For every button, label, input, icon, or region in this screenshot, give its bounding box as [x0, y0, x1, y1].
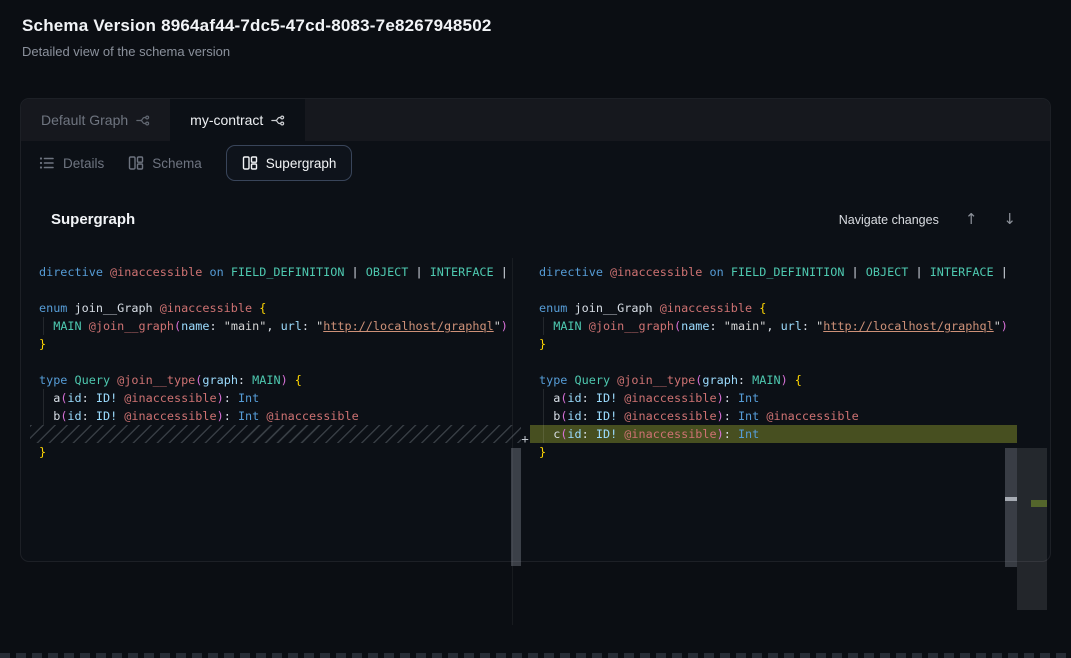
tab-schema-label: Schema — [152, 156, 202, 171]
navigate-up-button[interactable]: ↑ — [965, 212, 978, 227]
graph-tabstrip: Default Graph my-contract — [21, 99, 1050, 141]
code-line: a(id: ID! @inaccessible): Int — [530, 389, 1017, 407]
code-line: b(id: ID! @inaccessible): Int @inaccessi… — [30, 407, 521, 425]
code-line: } — [30, 335, 521, 353]
tab-schema[interactable]: Schema — [128, 155, 202, 171]
bottom-dashed-edge — [0, 653, 1071, 658]
diff-pane-modified[interactable]: directive @inaccessible on FIELD_DEFINIT… — [530, 258, 1017, 625]
page-title: Schema Version 8964af44-7dc5-47cd-8083-7… — [22, 16, 492, 36]
navigate-changes-label: Navigate changes — [839, 213, 939, 227]
list-icon — [39, 155, 55, 171]
page-subtitle: Detailed view of the schema version — [22, 44, 230, 59]
tab-default-graph[interactable]: Default Graph — [21, 99, 170, 141]
panels-icon — [242, 155, 258, 171]
diff-pane-original[interactable]: directive @inaccessible on FIELD_DEFINIT… — [30, 258, 521, 625]
code-line: directive @inaccessible on FIELD_DEFINIT… — [30, 263, 521, 281]
code-line — [530, 281, 1017, 299]
diff-overview-ruler[interactable] — [1017, 448, 1047, 610]
fork-icon — [135, 113, 150, 128]
right-pane-scrollbar[interactable] — [1005, 448, 1017, 567]
tab-default-graph-label: Default Graph — [41, 112, 128, 128]
diff-insert-plus-marker: + — [519, 430, 531, 448]
tab-supergraph-label: Supergraph — [266, 156, 337, 171]
code-line: type Query @join__type(graph: MAIN) { — [30, 371, 521, 389]
code-line: } — [530, 335, 1017, 353]
view-tabrow: Details Schema Supergraph — [21, 141, 1050, 185]
navigate-changes-group: Navigate changes ↑ ↓ — [839, 212, 1016, 227]
tab-details-label: Details — [63, 156, 104, 171]
code-line: c(id: ID! @inaccessible): Int — [530, 425, 1017, 443]
overview-insert-mark — [1031, 500, 1047, 507]
code-line: b(id: ID! @inaccessible): Int @inaccessi… — [530, 407, 1017, 425]
code-line: type Query @join__type(graph: MAIN) { — [530, 371, 1017, 389]
supergraph-diff-editor[interactable]: directive @inaccessible on FIELD_DEFINIT… — [30, 258, 1047, 625]
code-line: MAIN @join__graph(name: "main", url: "ht… — [530, 317, 1017, 335]
diff-placeholder-line — [30, 425, 521, 443]
code-line: enum join__Graph @inaccessible { — [530, 299, 1017, 317]
code-line: } — [30, 443, 521, 461]
navigate-down-button[interactable]: ↓ — [1003, 212, 1016, 227]
tab-my-contract[interactable]: my-contract — [170, 99, 305, 141]
code-line — [30, 281, 521, 299]
section-title: Supergraph — [51, 211, 135, 228]
tab-supergraph[interactable]: Supergraph — [226, 145, 353, 181]
tab-my-contract-label: my-contract — [190, 112, 263, 128]
code-line — [530, 353, 1017, 371]
code-line: a(id: ID! @inaccessible): Int — [30, 389, 521, 407]
pane-divider — [512, 258, 513, 625]
code-line: directive @inaccessible on FIELD_DEFINIT… — [530, 263, 1017, 281]
panels-icon — [128, 155, 144, 171]
code-line: MAIN @join__graph(name: "main", url: "ht… — [30, 317, 521, 335]
scrollbar-change-mark — [1005, 497, 1017, 501]
code-line: enum join__Graph @inaccessible { — [30, 299, 521, 317]
code-line — [30, 353, 521, 371]
fork-icon — [270, 113, 285, 128]
section-header: Supergraph Navigate changes ↑ ↓ — [21, 211, 1050, 228]
tab-details[interactable]: Details — [39, 155, 104, 171]
code-line: } — [530, 443, 1017, 461]
left-pane-scrollbar[interactable] — [511, 448, 521, 566]
